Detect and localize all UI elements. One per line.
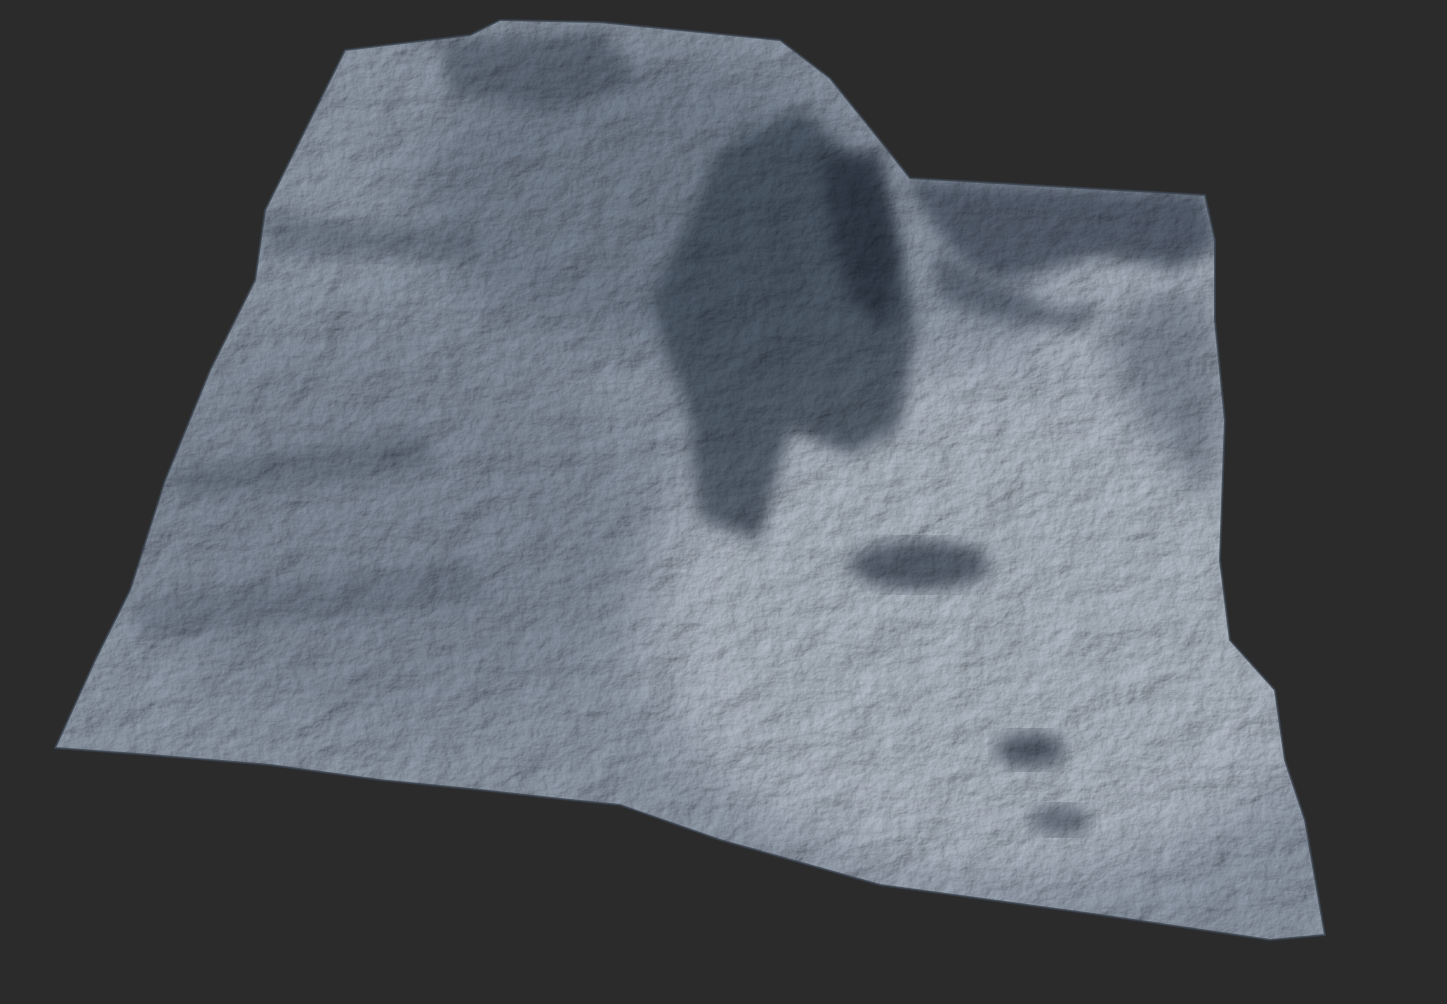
terrain-render [53, 18, 1327, 942]
render-viewport[interactable] [0, 0, 1447, 1004]
terrain-surface [55, 20, 1325, 940]
